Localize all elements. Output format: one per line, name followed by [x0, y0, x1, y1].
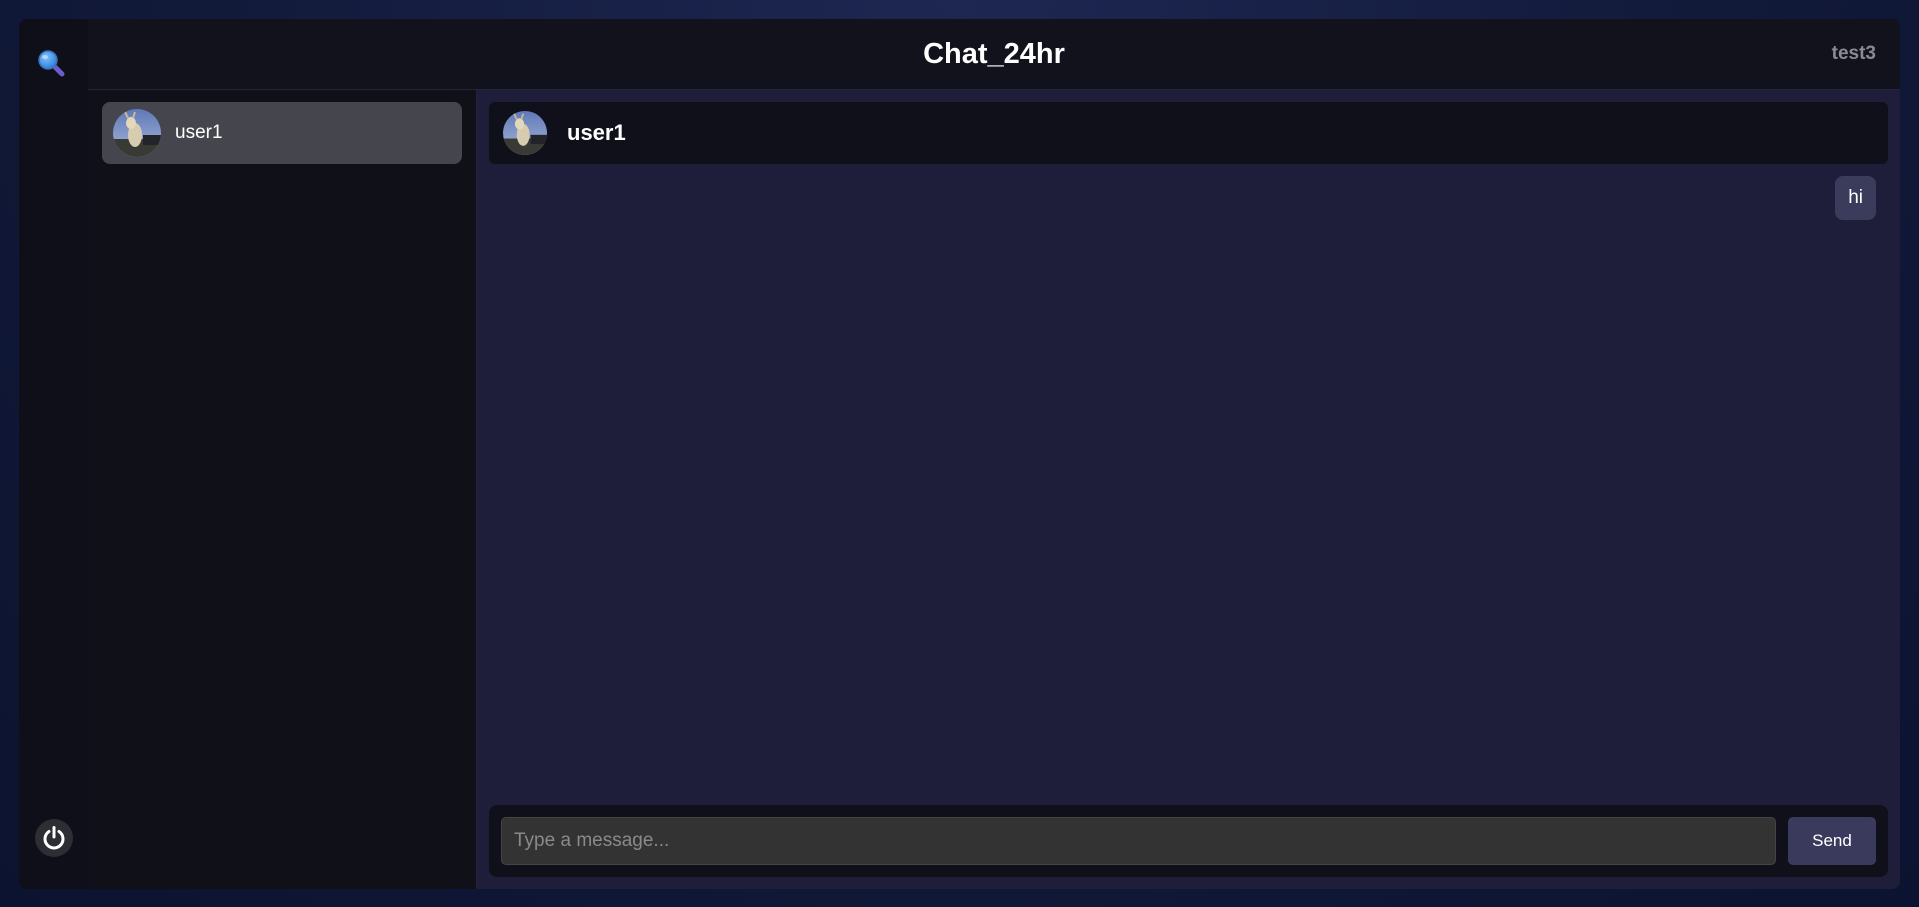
- search-icon: [38, 50, 65, 77]
- current-username[interactable]: test3: [1832, 43, 1876, 65]
- logout-button[interactable]: [35, 819, 73, 857]
- message-list: hi: [489, 164, 1888, 805]
- chat-panel: user1 hi Send: [477, 90, 1900, 889]
- top-bar: Chat_24hr test3: [88, 19, 1900, 90]
- app-window: Chat_24hr test3 user1 user1 hi Type a me…: [19, 19, 1900, 889]
- icon-rail: [19, 19, 88, 889]
- goat-photo-avatar: [113, 109, 161, 157]
- main-area: Chat_24hr test3 user1 user1 hi Type a me…: [88, 19, 1900, 889]
- chat-partner-name: user1: [567, 120, 626, 145]
- chat-header: user1: [489, 102, 1888, 164]
- avatar: [113, 109, 161, 157]
- avatar: [503, 111, 547, 155]
- message-input[interactable]: [501, 817, 1776, 865]
- power-icon: [43, 826, 65, 850]
- contact-name: user1: [175, 122, 223, 143]
- goat-photo-avatar: [503, 111, 547, 155]
- search-button[interactable]: [35, 47, 67, 79]
- app-title: Chat_24hr: [923, 37, 1065, 70]
- contact-list: user1: [88, 90, 477, 889]
- message-bubble-outgoing: hi: [1835, 176, 1876, 220]
- message-composer: Send: [489, 805, 1888, 877]
- content-area: user1 user1 hi Type a message... Send: [88, 90, 1900, 889]
- send-button[interactable]: Send: [1788, 817, 1876, 865]
- contact-item-user1[interactable]: user1: [102, 102, 462, 164]
